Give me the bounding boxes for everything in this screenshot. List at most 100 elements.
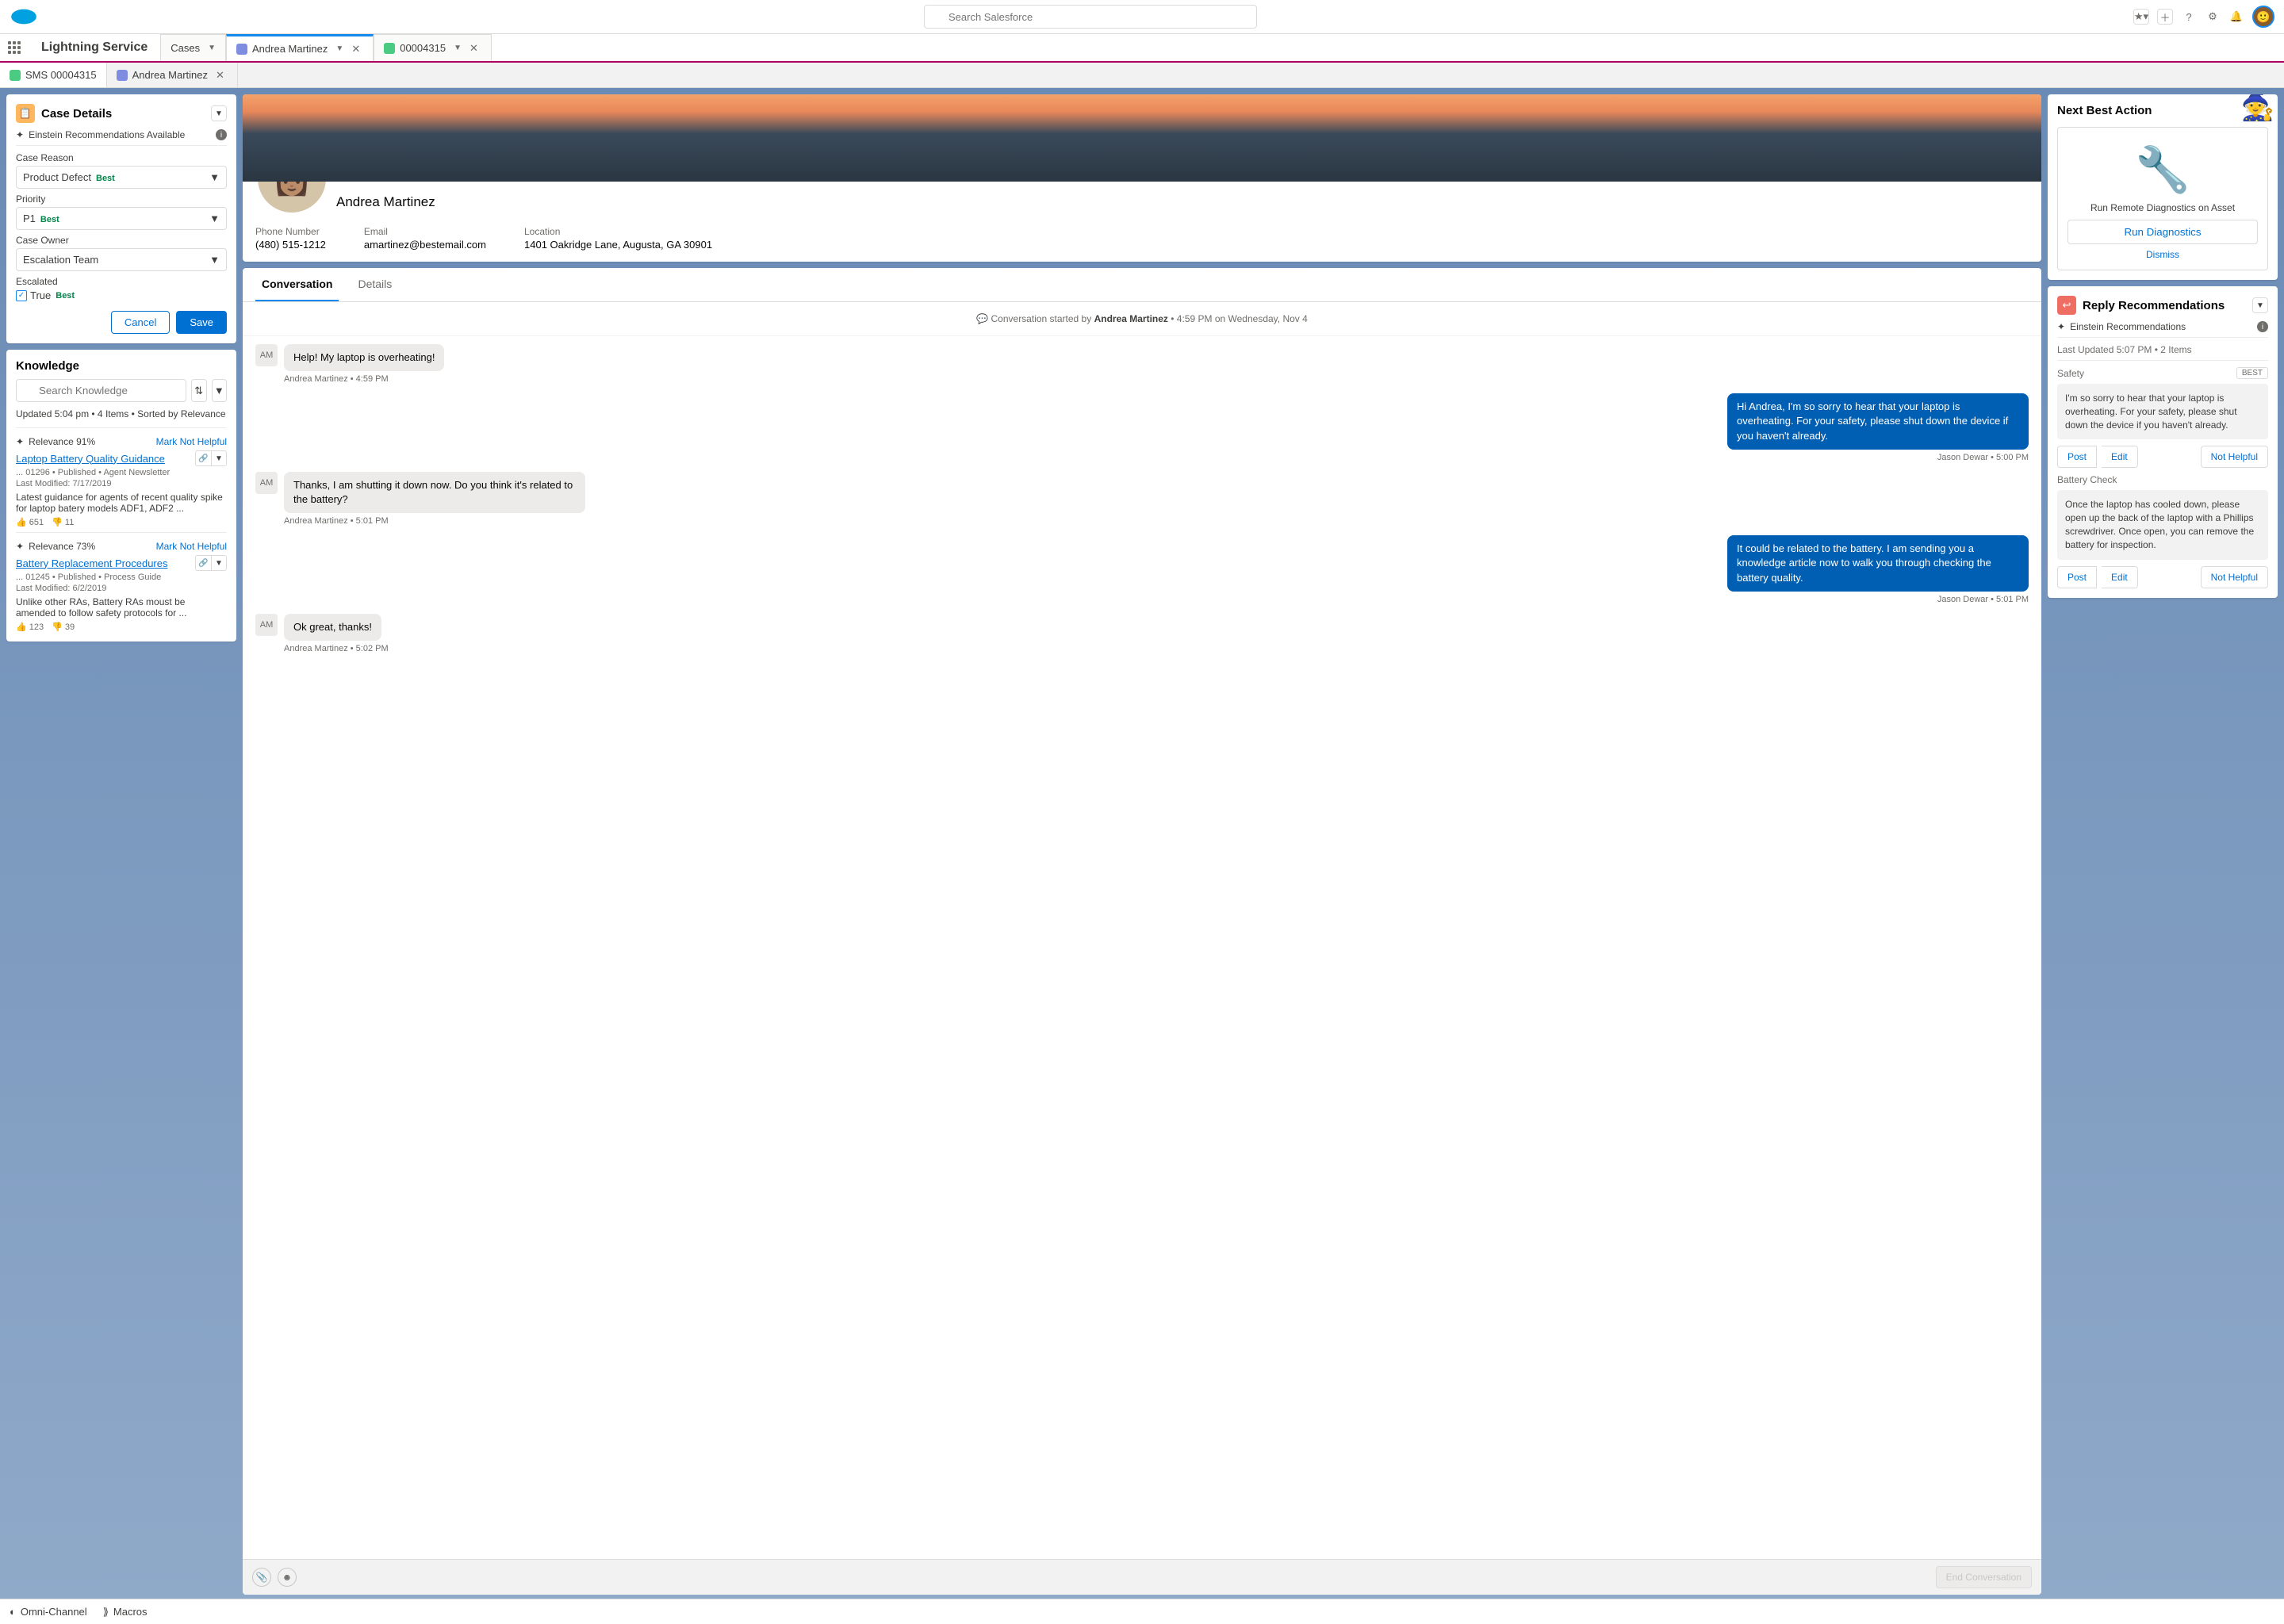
edit-button[interactable]: Edit bbox=[2102, 446, 2138, 468]
field-label: Escalated bbox=[16, 276, 227, 287]
info-icon[interactable]: i bbox=[216, 129, 227, 140]
escalated-checkbox[interactable]: ✓ bbox=[16, 290, 27, 301]
not-helpful-button[interactable]: Not Helpful bbox=[2201, 566, 2268, 588]
close-icon[interactable]: ✕ bbox=[466, 42, 481, 55]
attach-article-button[interactable]: 🔗 bbox=[195, 450, 211, 466]
subtab-contact[interactable]: Andrea Martinez ✕ bbox=[107, 63, 238, 87]
case-details-card: 📋 Case Details ▼ ✦ Einstein Recommendati… bbox=[6, 94, 236, 343]
salesforce-logo bbox=[10, 7, 38, 26]
global-search-input[interactable] bbox=[924, 5, 1257, 29]
reply-section-header: Battery Check bbox=[2057, 474, 2268, 485]
thumbs-down-icon[interactable]: 👎 11 bbox=[52, 517, 74, 527]
edit-button[interactable]: Edit bbox=[2102, 566, 2138, 588]
conversation-card: Conversation Details 💬 Conversation star… bbox=[243, 268, 2041, 1595]
profile-banner bbox=[243, 94, 2041, 182]
reply-icon: ↩ bbox=[2057, 296, 2076, 315]
post-button[interactable]: Post bbox=[2057, 446, 2097, 468]
article-link[interactable]: Laptop Battery Quality Guidance bbox=[16, 453, 165, 465]
tab-conversation[interactable]: Conversation bbox=[255, 268, 339, 301]
tab-label: Cases bbox=[171, 42, 200, 54]
mark-not-helpful-link[interactable]: Mark Not Helpful bbox=[156, 541, 227, 552]
macros-button[interactable]: ⟫ Macros bbox=[103, 1606, 148, 1618]
app-nav: Lightning Service Cases ▼ Andrea Martine… bbox=[0, 34, 2284, 63]
run-diagnostics-button[interactable]: Run Diagnostics bbox=[2067, 220, 2258, 244]
card-menu-button[interactable]: ▼ bbox=[211, 105, 227, 121]
add-icon[interactable]: ＋ bbox=[2157, 9, 2173, 25]
mark-not-helpful-link[interactable]: Mark Not Helpful bbox=[156, 436, 227, 447]
knowledge-menu-button[interactable]: ▼ bbox=[212, 379, 228, 402]
notifications-icon[interactable]: 🔔 bbox=[2228, 9, 2244, 25]
reply-section-header: SafetyBEST bbox=[2057, 367, 2268, 379]
chat-icon: 💬 bbox=[976, 313, 988, 324]
reply-recommendations-card: ↩ Reply Recommendations ▼ ✦ Einstein Rec… bbox=[2048, 286, 2278, 598]
subtab-label: SMS 00004315 bbox=[25, 69, 97, 81]
owner-select[interactable]: Escalation Team ▼ bbox=[16, 248, 227, 271]
omni-channel-button[interactable]: ◐ Omni-Channel bbox=[10, 1606, 87, 1618]
knowledge-item: ✦ Relevance 91% Mark Not Helpful Laptop … bbox=[16, 427, 227, 527]
post-button[interactable]: Post bbox=[2057, 566, 2097, 588]
chevron-down-icon[interactable]: ▼ bbox=[335, 44, 343, 53]
favorites-icon[interactable]: ★▾ bbox=[2133, 9, 2149, 25]
field-label: Case Reason bbox=[16, 152, 227, 163]
contact-location: 1401 Oakridge Lane, Augusta, GA 30901 bbox=[524, 239, 712, 251]
omni-icon: ◐ bbox=[10, 1606, 16, 1618]
utility-bar: ◐ Omni-Channel ⟫ Macros bbox=[0, 1599, 2284, 1624]
macros-icon: ⟫ bbox=[103, 1606, 109, 1618]
tab-details[interactable]: Details bbox=[351, 268, 398, 301]
contact-email: amartinez@bestemail.com bbox=[364, 239, 486, 251]
priority-select[interactable]: P1Best ▼ bbox=[16, 207, 227, 230]
nav-tab-cases[interactable]: Cases ▼ bbox=[160, 34, 226, 61]
einstein-icon: ✦ bbox=[16, 541, 24, 552]
dismiss-link[interactable]: Dismiss bbox=[2067, 249, 2258, 260]
chevron-down-icon[interactable]: ▼ bbox=[454, 44, 462, 52]
global-header: 🔍 ★▾ ＋ ? ⚙ 🔔 🙂 bbox=[0, 0, 2284, 34]
nav-tab-contact[interactable]: Andrea Martinez ▼ ✕ bbox=[226, 34, 374, 61]
article-menu-button[interactable]: ▼ bbox=[211, 450, 227, 466]
einstein-banner: ✦ Einstein Recommendations i bbox=[2057, 321, 2268, 338]
card-title: Case Details bbox=[41, 107, 112, 121]
close-icon[interactable]: ✕ bbox=[348, 43, 363, 56]
messages-list[interactable]: AMHelp! My laptop is overheating!Andrea … bbox=[243, 336, 2041, 1559]
contact-phone: (480) 515-1212 bbox=[255, 239, 326, 251]
thumbs-up-icon[interactable]: 👍 123 bbox=[16, 622, 44, 632]
message-meta: Jason Dewar • 5:00 PM bbox=[255, 453, 2029, 462]
help-icon[interactable]: ? bbox=[2181, 9, 2197, 25]
article-link[interactable]: Battery Replacement Procedures bbox=[16, 557, 167, 569]
workspace: 📋 Case Details ▼ ✦ Einstein Recommendati… bbox=[0, 88, 2284, 1601]
emoji-icon[interactable]: ☻ bbox=[278, 1568, 297, 1587]
card-title: Reply Recommendations bbox=[2083, 299, 2225, 312]
card-menu-button[interactable]: ▼ bbox=[2252, 297, 2268, 313]
user-avatar[interactable]: 🙂 bbox=[2252, 6, 2274, 28]
tab-label: Andrea Martinez bbox=[252, 43, 328, 55]
sort-button[interactable]: ⇅ bbox=[191, 379, 207, 402]
message-bubble: Thanks, I am shutting it down now. Do yo… bbox=[284, 472, 585, 513]
attach-article-button[interactable]: 🔗 bbox=[195, 555, 211, 571]
nav-tab-case[interactable]: 00004315 ▼ ✕ bbox=[374, 34, 492, 61]
message-meta: Andrea Martinez • 4:59 PM bbox=[284, 374, 2029, 384]
app-launcher-icon[interactable] bbox=[0, 34, 29, 61]
close-icon[interactable]: ✕ bbox=[213, 69, 228, 82]
knowledge-search-input[interactable] bbox=[16, 379, 186, 402]
setup-gear-icon[interactable]: ⚙ bbox=[2205, 9, 2221, 25]
message-avatar: AM bbox=[255, 472, 278, 494]
attachment-icon[interactable]: 📎 bbox=[252, 1568, 271, 1587]
thumbs-up-icon[interactable]: 👍 651 bbox=[16, 517, 44, 527]
card-title: Next Best Action bbox=[2057, 104, 2268, 117]
end-conversation-button[interactable]: End Conversation bbox=[1936, 1566, 2032, 1588]
einstein-banner: ✦ Einstein Recommendations Available i bbox=[16, 129, 227, 146]
article-menu-button[interactable]: ▼ bbox=[211, 555, 227, 571]
thumbs-down-icon[interactable]: 👎 39 bbox=[52, 622, 75, 632]
subtab-sms[interactable]: SMS 00004315 bbox=[0, 63, 107, 87]
not-helpful-button[interactable]: Not Helpful bbox=[2201, 446, 2268, 468]
case-icon: 📋 bbox=[16, 104, 35, 123]
cancel-button[interactable]: Cancel bbox=[111, 311, 170, 334]
chevron-down-icon[interactable]: ▼ bbox=[208, 44, 216, 52]
message-meta: Jason Dewar • 5:01 PM bbox=[255, 595, 2029, 604]
save-button[interactable]: Save bbox=[176, 311, 227, 334]
subtab-bar: SMS 00004315 Andrea Martinez ✕ bbox=[0, 63, 2284, 88]
info-icon[interactable]: i bbox=[2257, 321, 2268, 332]
message-bubble: Hi Andrea, I'm so sorry to hear that you… bbox=[1727, 393, 2029, 450]
field-label: Case Owner bbox=[16, 235, 227, 246]
message-out: Hi Andrea, I'm so sorry to hear that you… bbox=[255, 393, 2029, 450]
case-reason-select[interactable]: Product DefectBest ▼ bbox=[16, 166, 227, 189]
